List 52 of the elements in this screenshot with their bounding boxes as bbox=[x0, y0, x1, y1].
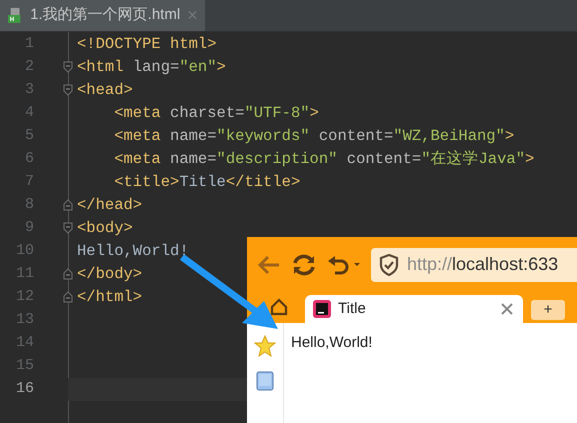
code-line: </body> bbox=[77, 264, 142, 285]
line-number: 9 bbox=[24, 218, 34, 238]
line-number: 7 bbox=[24, 172, 34, 192]
browser-tab-title: Title bbox=[338, 298, 366, 319]
browser-tab[interactable]: Title bbox=[305, 295, 523, 323]
fold-icon[interactable] bbox=[63, 222, 73, 234]
line-number: 11 bbox=[14, 264, 34, 284]
line-number: 2 bbox=[24, 57, 34, 78]
line-number: 15 bbox=[14, 356, 34, 376]
code-line: <meta charset="UTF-8"> bbox=[113, 102, 319, 124]
code-line: </html> bbox=[77, 286, 142, 308]
code-line: <body> bbox=[77, 218, 133, 239]
html-file-icon bbox=[8, 6, 22, 24]
line-number: 3 bbox=[24, 80, 34, 100]
line-number: 8 bbox=[24, 195, 34, 216]
line-number: 10 bbox=[14, 241, 34, 262]
shield-icon bbox=[379, 254, 399, 276]
tablet-icon[interactable] bbox=[256, 371, 274, 391]
line-number: 5 bbox=[24, 126, 34, 146]
star-icon[interactable] bbox=[254, 335, 276, 357]
code-line: Hello,World! bbox=[77, 240, 189, 262]
fold-icon[interactable] bbox=[63, 84, 73, 96]
line-number: 6 bbox=[24, 149, 34, 170]
home-icon[interactable] bbox=[270, 298, 288, 316]
fold-icon[interactable] bbox=[63, 61, 73, 73]
line-number: 4 bbox=[24, 103, 34, 124]
code-line: <title>Title</title> bbox=[113, 172, 300, 193]
undo-icon[interactable] bbox=[327, 254, 361, 274]
url-field[interactable]: http://localhost:633 bbox=[371, 248, 577, 282]
code-line: <html lang="en"> bbox=[77, 56, 226, 78]
line-number: 13 bbox=[14, 310, 34, 330]
fold-icon[interactable] bbox=[63, 268, 73, 280]
code-line: <head> bbox=[77, 80, 133, 101]
fold-icon[interactable] bbox=[63, 199, 73, 211]
editor-tab[interactable]: 1.我的第一个网页.html bbox=[0, 0, 205, 31]
fold-icon[interactable] bbox=[63, 291, 73, 303]
code-line: <meta name="description" content="在这学Java"> bbox=[113, 148, 534, 170]
reload-icon[interactable] bbox=[291, 252, 317, 276]
code-line: <meta name="keywords" content="WZ,BeiHang"> bbox=[113, 126, 514, 147]
url-text: http://localhost:633 bbox=[407, 253, 558, 276]
line-number: 16 bbox=[14, 379, 34, 400]
back-arrow-icon[interactable] bbox=[257, 254, 281, 274]
editor-tab-title: 1.我的第一个网页.html bbox=[30, 4, 180, 25]
new-tab-button[interactable]: + bbox=[531, 300, 565, 320]
page-text: Hello,World! bbox=[291, 334, 372, 351]
code-line: <!DOCTYPE html> bbox=[77, 34, 217, 55]
code-line: </head> bbox=[77, 194, 142, 216]
line-number: 1 bbox=[24, 34, 34, 54]
ide-logo-icon bbox=[313, 300, 331, 318]
line-number: 12 bbox=[14, 287, 34, 308]
line-number: 14 bbox=[14, 333, 34, 354]
close-icon[interactable] bbox=[501, 303, 513, 315]
